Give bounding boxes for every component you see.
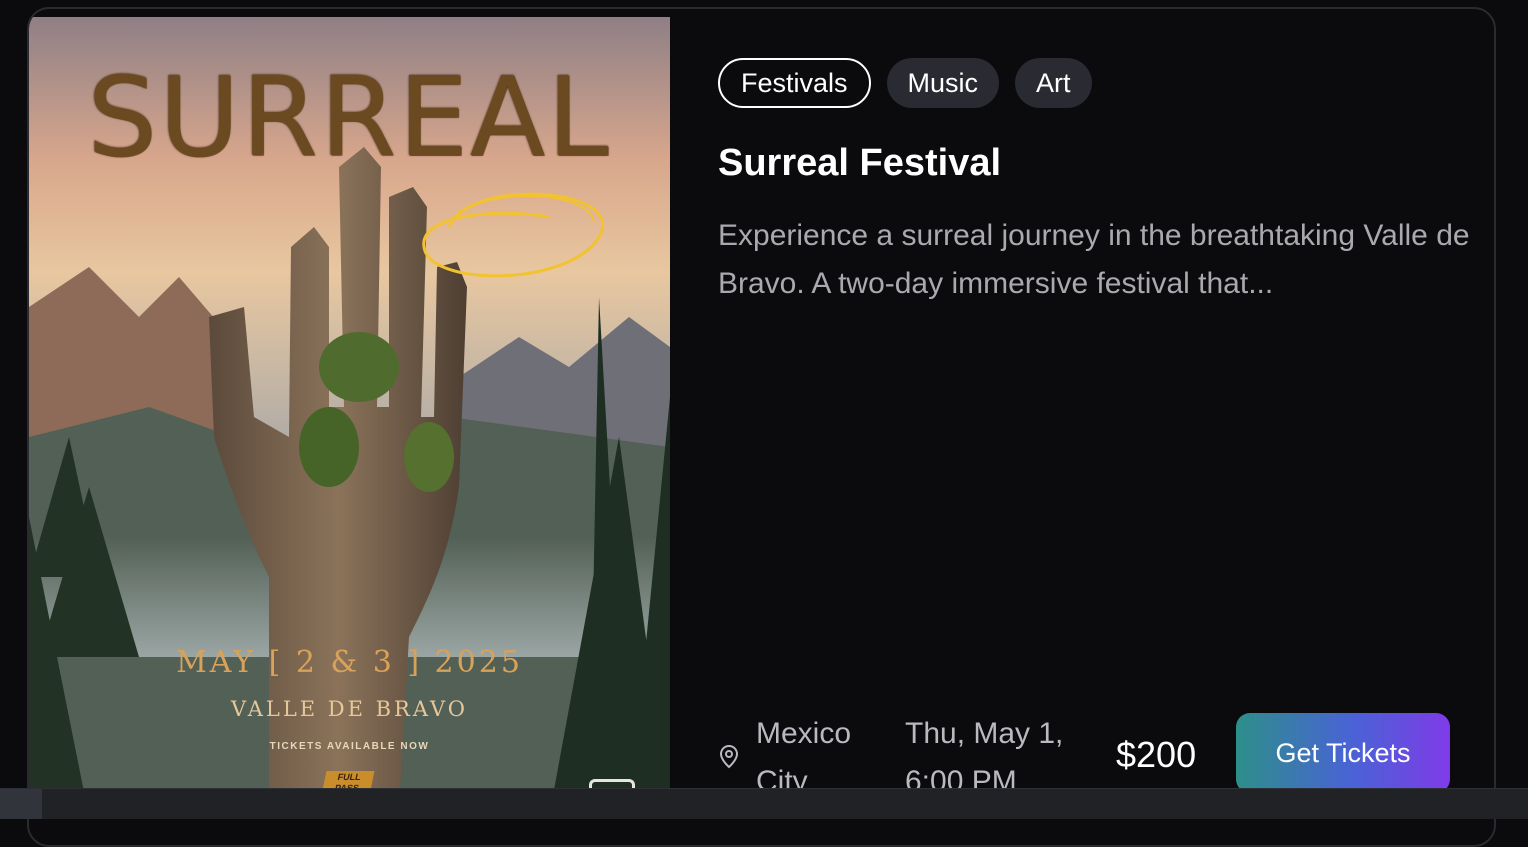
get-tickets-button[interactable]: Get Tickets: [1236, 713, 1450, 793]
tag-list: Festivals Music Art: [718, 58, 1092, 108]
poster-venue: VALLE DE BRAVO: [230, 697, 469, 721]
event-title[interactable]: Surreal Festival: [718, 142, 1001, 185]
tag-art[interactable]: Art: [1015, 58, 1092, 108]
event-description: Experience a surreal journey in the brea…: [718, 219, 1470, 300]
event-poster-image[interactable]: SURREAL MAY [ 2 & 3 ] 2025 VALLE DE BRAV…: [29, 17, 670, 817]
event-card[interactable]: SURREAL MAY [ 2 & 3 ] 2025 VALLE DE BRAV…: [27, 7, 1496, 847]
event-price: $200: [1116, 734, 1197, 775]
tag-music[interactable]: Music: [886, 58, 1000, 108]
poster-headline: SURREAL: [87, 53, 611, 181]
event-details: Festivals Music Art Surreal Festival Exp…: [718, 9, 1494, 799]
poster-dates: MAY [ 2 & 3 ] 2025: [176, 645, 523, 680]
bottom-bar-tab[interactable]: [0, 789, 42, 819]
poster-tickets-text: TICKETS AVAILABLE NOW: [269, 741, 430, 752]
tag-festivals[interactable]: Festivals: [718, 58, 871, 108]
bottom-bar: [0, 788, 1528, 819]
event-meta: Mexico City Thu, May 1, 6:00 PM $200 Get…: [718, 710, 1463, 800]
map-pin-icon: [718, 744, 740, 775]
